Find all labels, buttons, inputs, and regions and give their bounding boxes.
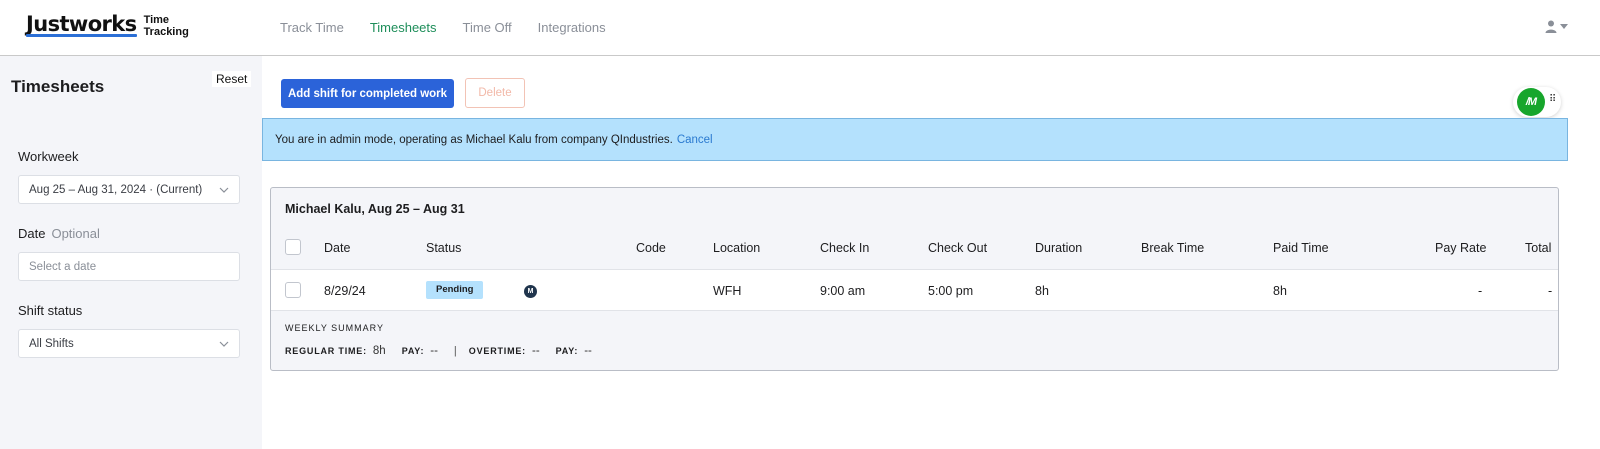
user-menu-button[interactable] — [1545, 20, 1568, 33]
admin-mode-banner: You are in admin mode, operating as Mich… — [262, 118, 1568, 161]
date-optional-hint: Optional — [51, 226, 100, 241]
weekly-summary-title: WEEKLY SUMMARY — [285, 323, 385, 333]
column-header-pay-rate: Pay Rate — [1435, 241, 1487, 255]
workweek-select-value: Aug 25 – Aug 31, 2024 · (Current) — [29, 183, 203, 196]
row-checkbox[interactable] — [285, 282, 301, 298]
brand-subtitle-line2: Tracking — [143, 26, 189, 38]
column-header-location: Location — [713, 241, 761, 255]
cell-duration: 8h — [1035, 284, 1049, 298]
brand-subtitle: Time Tracking — [144, 14, 189, 38]
chevron-down-icon — [219, 187, 229, 193]
pay-value: -- — [430, 345, 438, 357]
drag-handle-icon[interactable]: ⠿ — [1549, 94, 1556, 105]
brand-subtitle-line1: Time — [143, 14, 170, 26]
cell-pay-rate: - — [1478, 284, 1483, 298]
shift-status-label: Shift status — [18, 303, 83, 318]
date-label: Date Optional — [18, 226, 100, 241]
overtime-pay-value: -- — [584, 345, 592, 357]
add-shift-button[interactable]: Add shift for completed work — [281, 79, 454, 108]
workweek-label: Workweek — [18, 149, 79, 164]
column-header-check-out: Check Out — [928, 241, 988, 255]
cell-location: WFH — [713, 284, 742, 298]
column-header-date: Date — [324, 241, 351, 255]
cancel-admin-link[interactable]: Cancel — [677, 134, 713, 146]
cell-check-out: 5:00 pm — [928, 284, 974, 298]
regular-time-label: REGULAR TIME: — [285, 346, 367, 356]
main-nav: Track Time Timesheets Time Off Integrati… — [280, 20, 606, 35]
overtime-label: OVERTIME: — [468, 346, 526, 356]
nav-track-time[interactable]: Track Time — [280, 20, 344, 35]
assistant-widget[interactable]: /M ⠿ — [1513, 87, 1561, 117]
column-header-paid-time: Paid Time — [1273, 241, 1329, 255]
cell-total: - — [1548, 284, 1553, 298]
cell-paid-time: 8h — [1273, 284, 1287, 298]
shift-status-select[interactable]: All Shifts — [18, 329, 240, 358]
widget-logo-icon[interactable]: /M — [1517, 88, 1545, 116]
delete-button[interactable]: Delete — [465, 78, 525, 108]
summary-divider: | — [453, 345, 457, 357]
chevron-down-icon — [1560, 24, 1568, 29]
admin-banner-text: You are in admin mode, operating as Mich… — [275, 133, 673, 146]
nav-timesheets[interactable]: Timesheets — [370, 20, 437, 35]
nav-time-off[interactable]: Time Off — [463, 20, 512, 35]
date-label-text: Date — [18, 226, 46, 241]
regular-time-value: 8h — [372, 345, 386, 357]
top-navigation-bar: Justworks Time Tracking Track Time Times… — [0, 0, 1600, 56]
cell-check-in: 9:00 am — [820, 284, 866, 298]
timesheet-title: Michael Kalu, Aug 25 – Aug 31 — [285, 202, 465, 216]
chevron-down-icon — [219, 341, 229, 347]
sidebar-title: Timesheets — [11, 77, 105, 96]
overtime-pay-label: PAY: — [555, 346, 579, 356]
nav-integrations[interactable]: Integrations — [538, 20, 606, 35]
cell-date: 8/29/24 — [324, 284, 366, 298]
column-header-total: Total — [1525, 241, 1552, 255]
brand-name: Justworks — [26, 12, 137, 37]
overtime-value: -- — [531, 345, 540, 357]
table-row[interactable]: 8/29/24 Pending M WFH 9:00 am 5:00 pm 8h… — [271, 269, 1558, 311]
user-icon — [1545, 20, 1557, 33]
column-header-check-in: Check In — [820, 241, 870, 255]
column-header-status: Status — [426, 241, 462, 255]
column-header-break-time: Break Time — [1141, 241, 1205, 255]
workweek-select[interactable]: Aug 25 – Aug 31, 2024 · (Current) — [18, 175, 240, 204]
brand-logo[interactable]: Justworks Time Tracking — [26, 12, 189, 38]
column-header-code: Code — [636, 241, 666, 255]
avatar: M — [524, 285, 537, 298]
shift-status-select-value: All Shifts — [29, 337, 74, 350]
select-all-checkbox[interactable] — [285, 239, 301, 255]
weekly-summary: REGULAR TIME: 8h PAY: -- | OVERTIME: -- … — [285, 345, 608, 357]
status-badge: Pending — [426, 281, 484, 299]
column-header-duration: Duration — [1035, 241, 1083, 255]
date-input[interactable] — [18, 252, 240, 281]
timesheet-card: Michael Kalu, Aug 25 – Aug 31 Date Statu… — [270, 187, 1559, 371]
filter-sidebar: Timesheets Reset Workweek Aug 25 – Aug 3… — [0, 56, 262, 449]
reset-button[interactable]: Reset — [212, 71, 252, 87]
pay-label: PAY: — [401, 346, 425, 356]
